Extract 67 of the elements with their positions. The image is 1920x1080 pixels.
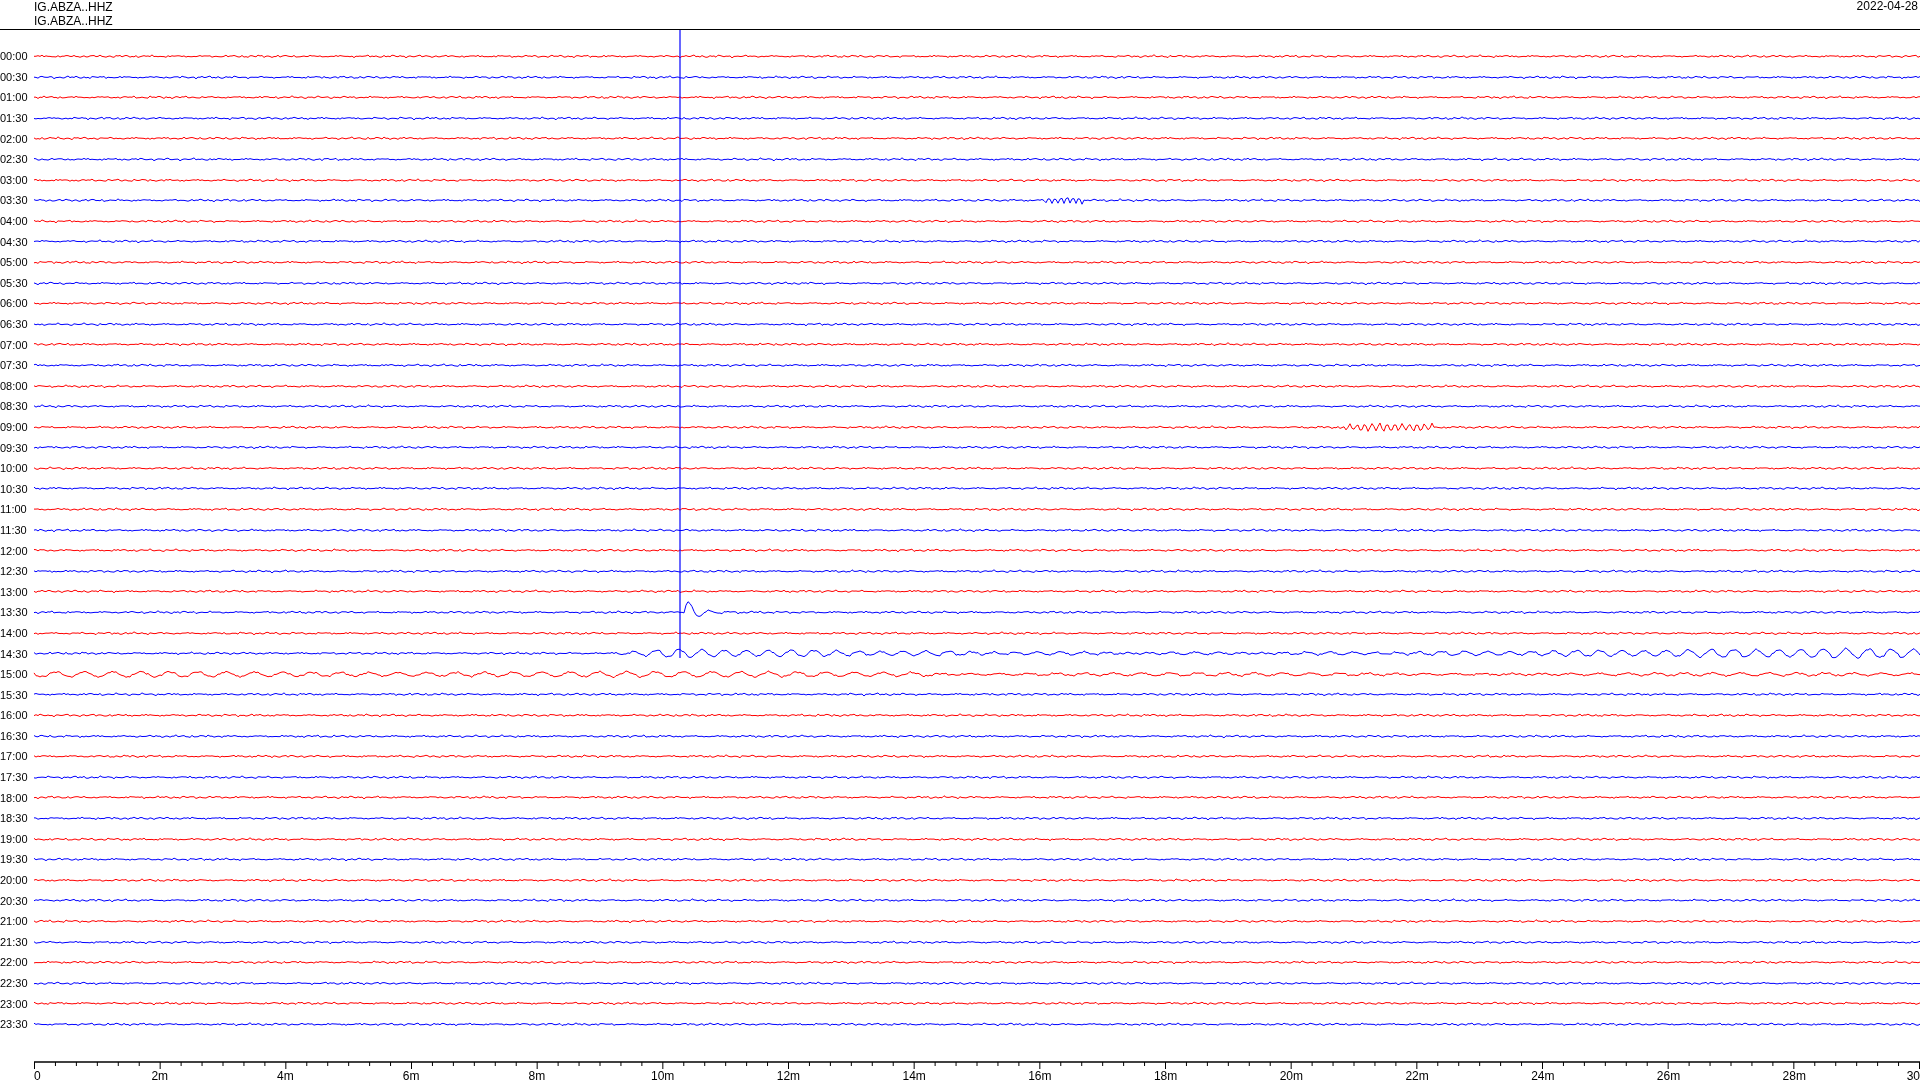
axis-tick-label: 10m (651, 1068, 675, 1080)
time-label: 22:00 (0, 956, 29, 969)
time-label: 17:00 (0, 750, 29, 763)
station-label: IG.ABZA..HHZ (34, 14, 113, 28)
time-label: 02:30 (0, 153, 29, 166)
time-label: 00:00 (0, 50, 29, 63)
time-label: 05:30 (0, 276, 29, 289)
time-label: 12:30 (0, 565, 29, 578)
time-label: 05:00 (0, 256, 29, 269)
time-label: 03:00 (0, 173, 29, 186)
time-label: 14:30 (0, 647, 29, 660)
axis-tick-label: 18m (1153, 1068, 1178, 1080)
time-label: 16:00 (0, 709, 29, 722)
time-label: 17:30 (0, 771, 29, 784)
time-label: 01:00 (0, 91, 29, 104)
time-label: 00:30 (0, 70, 29, 83)
time-label: 10:30 (0, 482, 29, 495)
axis-tick-label: 8m (528, 1068, 546, 1080)
time-label: 01:30 (0, 112, 29, 125)
time-label: 06:30 (0, 318, 29, 330)
axis-tick-label: 24m (1531, 1068, 1555, 1080)
time-label: 08:00 (0, 379, 29, 392)
time-label: 13:00 (0, 585, 29, 598)
time-label: 22:30 (0, 977, 29, 989)
axis-tick-label: 6m (402, 1068, 420, 1080)
time-label: 21:30 (0, 935, 29, 948)
time-label: 07:00 (0, 338, 29, 351)
time-label: 15:30 (0, 688, 29, 701)
axis-tick-label: 28m (1782, 1068, 1806, 1080)
time-label: 23:30 (0, 1018, 29, 1031)
time-label: 02:00 (0, 132, 29, 145)
time-label: 04:00 (0, 215, 29, 228)
time-label: 13:30 (0, 606, 29, 619)
station-label: IG.ABZA..HHZ (34, 0, 113, 14)
time-label: 10:00 (0, 462, 29, 475)
axis-tick-label: 22m (1405, 1068, 1429, 1080)
time-label: 07:30 (0, 359, 29, 372)
time-label: 11:00 (0, 503, 28, 516)
axis-tick-label: 20m (1279, 1068, 1303, 1080)
time-label: 18:00 (0, 791, 29, 804)
time-label: 21:00 (0, 915, 29, 928)
axis-tick-label: 26m (1656, 1068, 1681, 1080)
time-label: 12:00 (0, 544, 29, 557)
axis-tick-label: 12m (776, 1068, 801, 1080)
time-label: 03:30 (0, 194, 29, 207)
axis-tick-label: 4m (277, 1068, 294, 1080)
time-label: 08:30 (0, 400, 29, 413)
time-label: 18:30 (0, 812, 29, 825)
time-label: 19:00 (0, 832, 29, 845)
time-label: 19:30 (0, 853, 29, 866)
time-label: 09:30 (0, 441, 29, 454)
axis-tick-label: 0 (34, 1068, 41, 1080)
time-label: 06:00 (0, 297, 29, 310)
axis-tick-label: 30 (1906, 1068, 1920, 1080)
time-label: 11:30 (0, 523, 28, 536)
time-label: 20:30 (0, 894, 29, 907)
time-label: 23:00 (0, 997, 29, 1010)
axis-tick-label: 2m (151, 1068, 169, 1080)
date-label: 2022-04-28 (1856, 0, 1919, 15)
time-label: 09:00 (0, 421, 29, 433)
time-label: 16:30 (0, 729, 29, 742)
time-label: 14:00 (0, 626, 29, 639)
axis-tick-label: 14m (902, 1068, 926, 1080)
time-label: 04:30 (0, 235, 29, 248)
time-label: 15:00 (0, 668, 29, 681)
axis-tick-label: 16m (1028, 1068, 1052, 1080)
time-label: 20:00 (0, 874, 29, 887)
